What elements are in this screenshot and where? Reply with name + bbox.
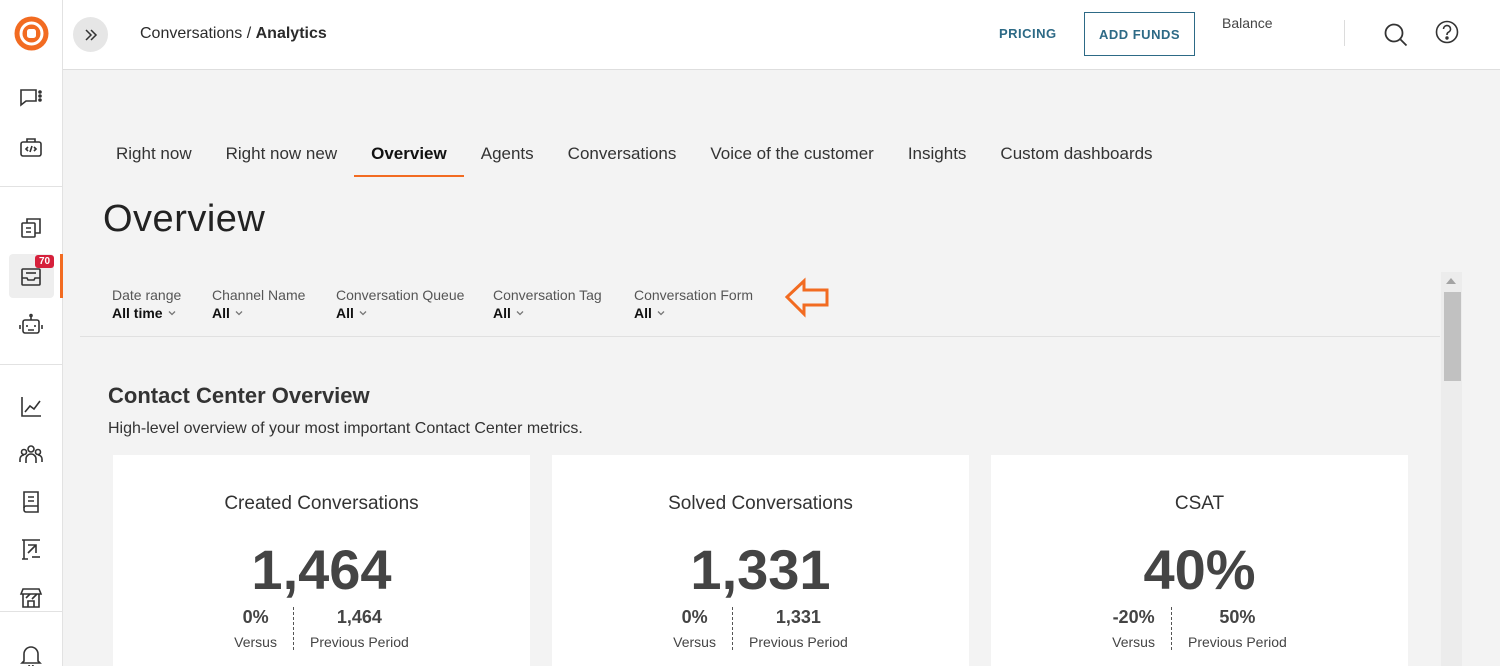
chevron-down-icon <box>235 311 243 316</box>
tab-right-now-new[interactable]: Right now new <box>209 130 355 177</box>
metric-title: CSAT <box>1174 493 1225 514</box>
versus-value: 0% <box>681 607 708 627</box>
versus-value: -20% <box>1112 607 1155 627</box>
arrow-left-icon <box>784 277 829 318</box>
metric-value: 1,331 <box>690 538 831 601</box>
chevron-down-icon <box>657 311 665 316</box>
store-icon[interactable] <box>17 584 45 612</box>
chevron-down-icon <box>516 311 524 316</box>
bell-icon[interactable] <box>17 642 45 666</box>
search-icon[interactable] <box>1382 21 1410 49</box>
filter-label: Conversation Queue <box>336 287 465 303</box>
filter-value: All <box>336 305 354 321</box>
previous-period-value: 1,331 <box>775 607 821 627</box>
previous-period-label: Previous Period <box>309 634 409 650</box>
breadcrumb-current: Analytics <box>255 25 327 42</box>
versus-label: Versus <box>673 634 716 650</box>
tab-custom-dashboards[interactable]: Custom dashboards <box>983 130 1169 177</box>
metric-title: Solved Conversations <box>668 493 853 514</box>
versus-label: Versus <box>1112 634 1155 650</box>
filter-value: All <box>634 305 652 321</box>
metric-value: 1,464 <box>251 538 392 601</box>
filter-label: Conversation Form <box>634 287 754 303</box>
tab-overview[interactable]: Overview <box>354 130 464 177</box>
metric-title: Created Conversations <box>224 493 419 514</box>
breadcrumb-parent[interactable]: Conversations <box>140 25 242 42</box>
previous-period-label: Previous Period <box>748 634 848 650</box>
filter-conversation-tag[interactable]: Conversation Tag All <box>493 287 602 323</box>
left-sidebar: 70 <box>0 0 63 666</box>
brand-logo-icon[interactable] <box>13 15 50 52</box>
filter-label: Channel Name <box>212 287 306 303</box>
metric-value: 40% <box>1143 538 1256 601</box>
filter-conversation-form[interactable]: Conversation Form All <box>634 287 753 323</box>
filter-value: All <box>212 305 230 321</box>
chevron-down-icon <box>168 311 176 316</box>
chevron-down-icon <box>359 311 367 316</box>
metric-card-solved-conversations: Solved Conversations 1,331 0% Versus 1,33… <box>552 455 969 666</box>
balance-label: Balance <box>1222 15 1273 31</box>
previous-period-label: Previous Period <box>1187 634 1287 650</box>
expand-sidebar-button[interactable] <box>73 17 108 52</box>
pricing-link[interactable]: PRICING <box>999 26 1057 41</box>
filter-label: Conversation Tag <box>493 287 602 303</box>
tab-insights[interactable]: Insights <box>891 130 984 177</box>
filter-value: All <box>493 305 511 321</box>
analytics-tabs: Right now Right now new Overview Agents … <box>99 130 1170 177</box>
conversations-icon[interactable] <box>17 214 45 242</box>
previous-period-value: 1,464 <box>336 607 382 627</box>
scroll-up-arrow-icon[interactable] <box>1446 278 1456 284</box>
tab-agents[interactable]: Agents <box>464 130 551 177</box>
tab-voice-of-the-customer[interactable]: Voice of the customer <box>693 130 890 177</box>
previous-period-value: 50% <box>1219 607 1256 627</box>
tab-right-now[interactable]: Right now <box>99 130 209 177</box>
scrollbar-thumb[interactable] <box>1444 292 1461 381</box>
filter-value: All time <box>112 305 163 321</box>
page-title: Overview <box>103 198 266 240</box>
metric-card-csat: CSAT 40% -20% Versus 50% Previous Period <box>991 455 1408 666</box>
metric-card-created-conversations: Created Conversations 1,464 0% Versus 1,4… <box>113 455 530 666</box>
tab-conversations[interactable]: Conversations <box>551 130 694 177</box>
report-icon[interactable] <box>17 536 45 564</box>
analytics-icon[interactable] <box>17 393 45 421</box>
filter-conversation-queue[interactable]: Conversation Queue All <box>336 287 464 323</box>
breadcrumb: Conversations / Analytics <box>140 25 327 43</box>
versus-value: 0% <box>242 607 269 627</box>
section-title: Contact Center Overview <box>108 383 370 408</box>
double-chevron-right-icon <box>84 28 97 41</box>
section-subtitle: High-level overview of your most importa… <box>108 420 583 437</box>
code-icon[interactable] <box>17 134 45 162</box>
bot-icon[interactable] <box>17 311 45 339</box>
versus-label: Versus <box>234 634 277 650</box>
add-funds-button[interactable]: ADD FUNDS <box>1084 12 1195 56</box>
filter-channel-name[interactable]: Channel Name All <box>212 287 305 323</box>
help-icon[interactable] <box>1433 18 1461 46</box>
top-header: Conversations / Analytics PRICING ADD FU… <box>63 0 1500 70</box>
inbox-badge: 70 <box>35 255 54 268</box>
filter-date-range[interactable]: Date range All time <box>112 287 181 323</box>
filter-label: Date range <box>112 287 182 303</box>
book-icon[interactable] <box>17 488 45 516</box>
chat-icon[interactable] <box>17 84 45 112</box>
breadcrumb-separator: / <box>242 25 256 42</box>
people-icon[interactable] <box>17 440 45 468</box>
